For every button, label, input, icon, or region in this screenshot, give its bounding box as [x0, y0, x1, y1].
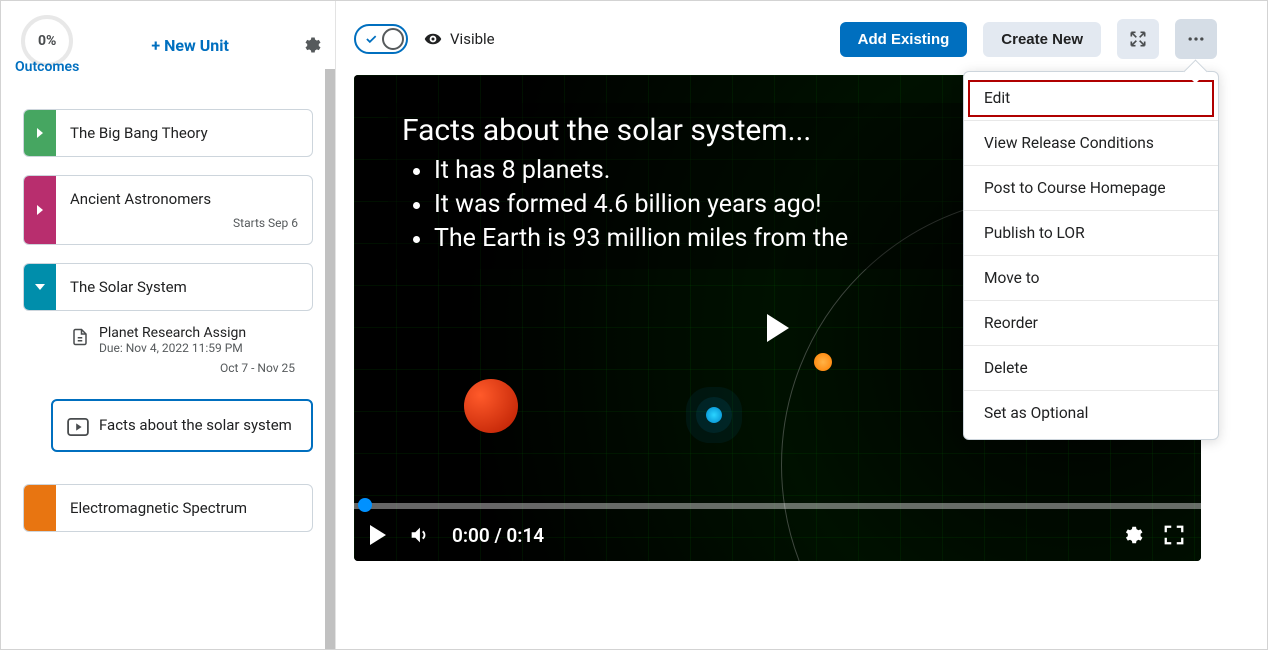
- play-rect-icon: [67, 418, 89, 436]
- unit-list: The Big Bang Theory Ancient Astronomers …: [1, 85, 335, 532]
- new-unit-label: New Unit: [164, 36, 229, 55]
- visibility-label: Visible: [450, 30, 495, 48]
- settings-icon[interactable]: [1121, 524, 1143, 546]
- volume-icon[interactable]: [408, 524, 430, 546]
- chevron-right-icon: [37, 128, 43, 138]
- more-actions-button[interactable]: [1175, 19, 1217, 59]
- assignment-date-range: Oct 7 - Nov 25: [71, 361, 299, 375]
- menu-item-publish-lor[interactable]: Publish to LOR: [964, 211, 1218, 256]
- chevron-down-icon: [35, 284, 45, 290]
- assignment-title: Planet Research Assign: [99, 325, 246, 341]
- add-existing-button[interactable]: Add Existing: [840, 22, 968, 57]
- plus-icon: +: [151, 36, 160, 55]
- progress-pct: 0%: [38, 33, 56, 49]
- unit-ancient-astronomers[interactable]: Ancient Astronomers Starts Sep 6: [23, 175, 313, 245]
- chevron-right-icon: [37, 205, 43, 215]
- visibility-indicator: Visible: [424, 30, 495, 48]
- solar-system-children: Planet Research Assign Due: Nov 4, 2022 …: [23, 319, 313, 466]
- unit-title: Electromagnetic Spectrum: [70, 499, 298, 517]
- create-new-button[interactable]: Create New: [983, 22, 1101, 57]
- sidebar-header: 0% Outcomes + New Unit: [1, 1, 335, 85]
- outcomes-label: Outcomes: [15, 59, 79, 75]
- outcomes-progress[interactable]: 0% Outcomes: [15, 15, 79, 75]
- video-controls: 0:00 / 0:14: [354, 509, 1201, 561]
- play-overlay-icon[interactable]: [767, 314, 789, 342]
- unit-stripe: [24, 264, 56, 310]
- app-root: 0% Outcomes + New Unit The Big Bang Theo…: [0, 0, 1268, 650]
- menu-item-reorder[interactable]: Reorder: [964, 301, 1218, 346]
- video-item-title: Facts about the solar system: [99, 415, 292, 435]
- unit-big-bang[interactable]: The Big Bang Theory: [23, 109, 313, 157]
- visibility-toggle[interactable]: [354, 24, 408, 54]
- eye-icon: [424, 30, 442, 48]
- menu-item-post-homepage[interactable]: Post to Course Homepage: [964, 166, 1218, 211]
- menu-item-delete[interactable]: Delete: [964, 346, 1218, 391]
- unit-title: Ancient Astronomers: [70, 190, 298, 208]
- planet-red-graphic: [464, 379, 518, 433]
- toggle-knob: [382, 28, 404, 50]
- unit-body: The Solar System: [56, 264, 312, 310]
- video-item-selected[interactable]: Facts about the solar system: [51, 399, 313, 452]
- check-icon: [364, 32, 378, 46]
- unit-title: The Big Bang Theory: [70, 124, 298, 142]
- more-actions-menu: Edit View Release Conditions Post to Cou…: [963, 71, 1219, 440]
- unit-em-spectrum[interactable]: Electromagnetic Spectrum: [23, 484, 313, 532]
- assignment-due: Due: Nov 4, 2022 11:59 PM: [99, 341, 246, 355]
- unit-body: Ancient Astronomers Starts Sep 6: [56, 176, 312, 244]
- video-time: 0:00 / 0:14: [452, 524, 544, 547]
- expand-icon: [1128, 29, 1148, 49]
- units-sidebar: 0% Outcomes + New Unit The Big Bang Theo…: [1, 1, 336, 649]
- planet-orange-graphic: [814, 353, 832, 371]
- menu-item-set-optional[interactable]: Set as Optional: [964, 391, 1218, 435]
- fullscreen-button[interactable]: [1117, 19, 1159, 59]
- video-item-wrapper: Facts about the solar system: [23, 381, 313, 458]
- unit-meta: Starts Sep 6: [70, 216, 298, 230]
- document-icon: [71, 327, 89, 347]
- gear-icon[interactable]: [301, 35, 321, 55]
- unit-body: Electromagnetic Spectrum: [56, 485, 312, 531]
- unit-title: The Solar System: [70, 278, 298, 296]
- unit-body: The Big Bang Theory: [56, 110, 312, 156]
- content-topbar: Visible Add Existing Create New: [354, 19, 1217, 59]
- sidebar-scrollbar[interactable]: [325, 69, 335, 649]
- menu-item-edit[interactable]: Edit: [964, 76, 1218, 121]
- unit-stripe: [24, 110, 56, 156]
- planet-blue-graphic: [706, 407, 722, 423]
- menu-item-move-to[interactable]: Move to: [964, 256, 1218, 301]
- unit-stripe: [24, 485, 56, 531]
- unit-solar-system[interactable]: The Solar System: [23, 263, 313, 311]
- fullscreen-icon[interactable]: [1163, 524, 1185, 546]
- main-content: Visible Add Existing Create New Facts ab…: [336, 1, 1267, 649]
- new-unit-button[interactable]: + New Unit: [151, 36, 229, 55]
- play-button[interactable]: [370, 525, 386, 545]
- unit-stripe: [24, 176, 56, 244]
- ellipsis-icon: [1186, 29, 1206, 49]
- assignment-item[interactable]: Planet Research Assign Due: Nov 4, 2022 …: [23, 319, 313, 381]
- menu-item-release-conditions[interactable]: View Release Conditions: [964, 121, 1218, 166]
